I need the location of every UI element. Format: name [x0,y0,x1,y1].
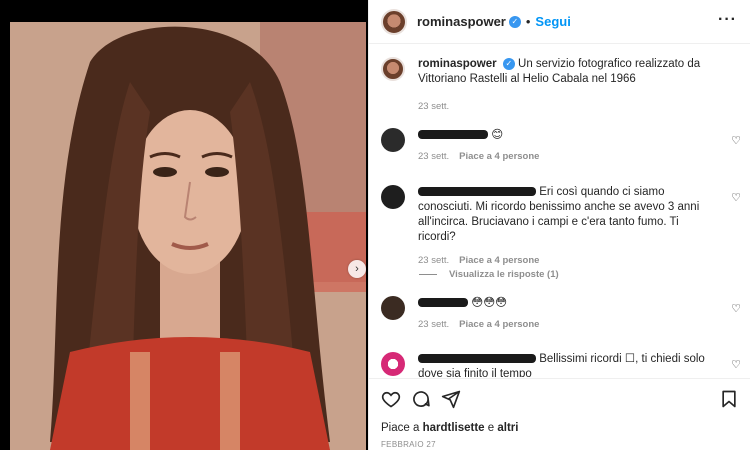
heart-icon[interactable] [381,389,401,409]
redacted-username [418,187,536,197]
post-header: rominaspower ✓ • Segui ··· [369,0,750,44]
photo-panel: › [0,0,368,450]
verified-icon: ✓ [508,15,521,28]
avatar[interactable] [381,8,407,35]
likes-join: e [487,422,495,434]
comment-time[interactable]: 23 sett. [418,255,449,266]
follow-button[interactable]: Segui [535,14,570,29]
view-replies-label[interactable]: Visualizza le risposte (1) [449,269,559,280]
comment-likes[interactable]: Piace a 4 persone [459,255,539,266]
avatar[interactable] [381,128,405,152]
heart-icon[interactable]: ♡ [731,191,741,204]
likes-user[interactable]: hardtlisette [423,422,485,434]
comment-text: Bellissimi ricordi ☐, ti chiedi solo dov… [418,352,718,377]
comment-likes[interactable]: Piace a 4 persone [459,151,539,162]
likes-prefix: Piace a [381,422,420,434]
likes-summary: Piace a hardtlisette e altri [381,422,518,434]
redacted-username [418,298,468,308]
verified-icon: ✓ [502,57,515,70]
avatar[interactable] [381,185,405,209]
post-photo[interactable]: › [10,22,366,450]
caption-username[interactable]: rominaspower [418,58,497,70]
comment-text: Eri così quando ci siamo conosciuti. Mi … [418,185,718,268]
more-icon[interactable]: ··· [718,11,737,29]
likes-others[interactable]: altri [497,422,518,434]
post-date[interactable]: FEBBRAIO 27 [381,440,436,449]
avatar[interactable] [381,57,405,81]
comment-icon[interactable] [411,389,431,409]
photo-illustration [10,22,366,450]
comments-list: rominaspower ✓ Un servizio fotografico r… [369,45,750,377]
post-actions: Piace a hardtlisette e altri FEBBRAIO 27 [369,378,750,450]
redacted-username [418,354,536,364]
caption-text: rominaspower ✓ Un servizio fotografico r… [418,57,718,114]
comment-emoji: 😊 [491,129,504,141]
comment-emoji: 😳😳😳 [471,297,508,309]
chevron-right-icon[interactable]: › [348,260,366,278]
replies-divider [419,273,437,275]
comment-likes[interactable]: Piace a 4 persone [459,319,539,330]
post-side-panel: rominaspower ✓ • Segui ··· rominaspower … [368,0,750,450]
separator: • [525,14,531,29]
heart-icon[interactable]: ♡ [731,134,741,147]
share-icon[interactable] [441,389,461,409]
avatar[interactable] [381,296,405,320]
comment-time[interactable]: 23 sett. [418,319,449,330]
comment-text: 😊 23 sett. Piace a 4 persone [418,128,718,164]
bookmark-icon[interactable] [719,389,739,409]
avatar[interactable] [381,352,405,376]
heart-icon[interactable]: ♡ [731,358,741,371]
heart-icon[interactable]: ♡ [731,302,741,315]
photo-topbar [0,0,368,22]
redacted-username [418,130,488,140]
view-replies-link[interactable]: Visualizza le risposte (1) [419,269,559,280]
post-username[interactable]: rominaspower [417,14,506,29]
comment-text: 😳😳😳 23 sett. Piace a 4 persone [418,296,718,332]
comment-time[interactable]: 23 sett. [418,151,449,162]
caption-time[interactable]: 23 sett. [418,101,449,112]
